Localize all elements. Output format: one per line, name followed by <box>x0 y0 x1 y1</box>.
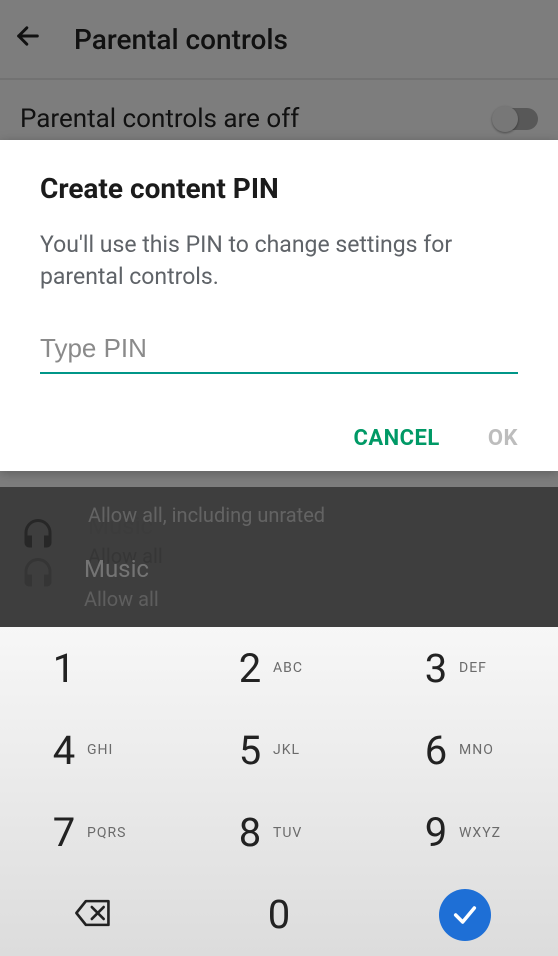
backspace-icon <box>74 898 112 932</box>
key-5[interactable]: 5JKL <box>186 709 372 791</box>
key-9[interactable]: 9WXYZ <box>372 792 558 874</box>
dialog-actions: CANCEL OK <box>40 426 518 451</box>
ok-button[interactable]: OK <box>488 426 518 451</box>
pin-input[interactable] <box>40 327 518 374</box>
create-pin-dialog: Create content PIN You'll use this PIN t… <box>0 140 558 471</box>
key-8[interactable]: 8TUV <box>186 792 372 874</box>
key-enter[interactable] <box>372 874 558 956</box>
cancel-button[interactable]: CANCEL <box>353 426 439 451</box>
checkmark-icon <box>439 889 491 941</box>
key-4[interactable]: 4GHI <box>0 709 186 791</box>
key-backspace[interactable] <box>0 874 186 956</box>
key-2[interactable]: 2ABC <box>186 627 372 709</box>
numeric-keypad: 1 2ABC 3DEF 4GHI 5JKL 6MNO 7PQRS 8TUV 9W… <box>0 627 558 956</box>
dialog-description: You'll use this PIN to change settings f… <box>40 229 518 293</box>
key-7[interactable]: 7PQRS <box>0 792 186 874</box>
key-3[interactable]: 3DEF <box>372 627 558 709</box>
key-6[interactable]: 6MNO <box>372 709 558 791</box>
key-1[interactable]: 1 <box>0 627 186 709</box>
key-0[interactable]: 0 <box>186 874 372 956</box>
dialog-title: Create content PIN <box>40 172 518 205</box>
